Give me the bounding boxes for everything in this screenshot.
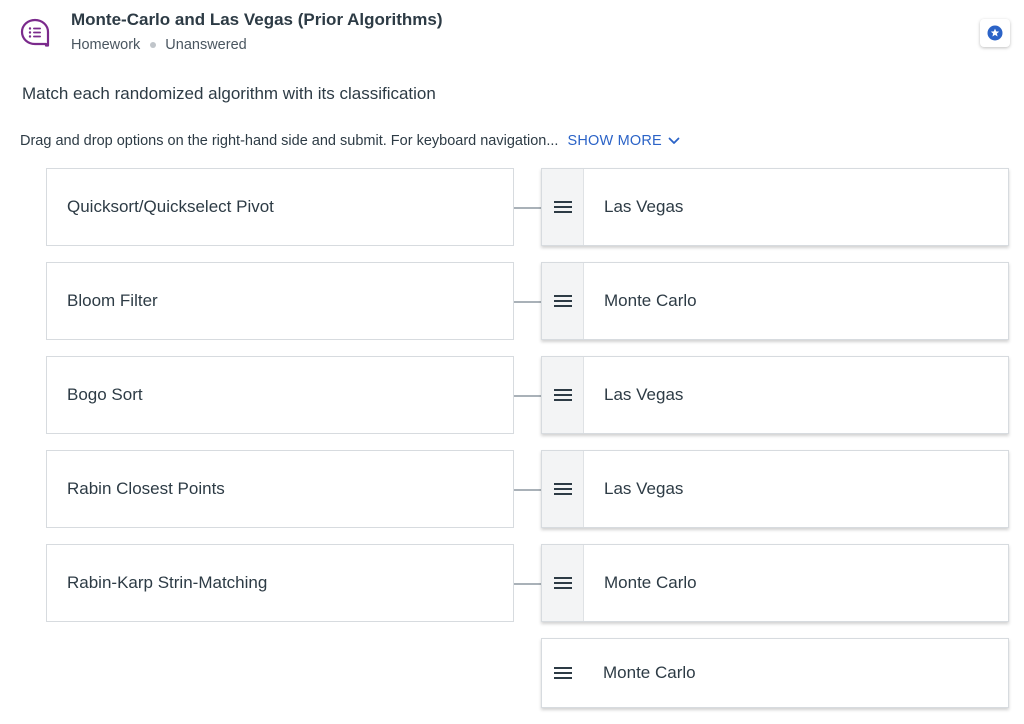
question-type-icon [20, 18, 50, 48]
prompt-item: Rabin-Karp Strin-Matching [46, 544, 514, 622]
answer-option-label: Las Vegas [604, 479, 684, 498]
connector-line [514, 583, 541, 585]
prompt-item: Bloom Filter [46, 262, 514, 340]
drag-handle-icon [553, 201, 572, 213]
question-prompt: Match each randomized algorithm with its… [22, 84, 436, 103]
answer-option[interactable]: Monte Carlo [541, 262, 1009, 340]
drag-handle[interactable] [542, 263, 584, 339]
answer-option-label: Monte Carlo [604, 573, 697, 592]
question-title: Monte-Carlo and Las Vegas (Prior Algorit… [71, 10, 443, 29]
prompt-item-label: Rabin-Karp Strin-Matching [67, 573, 268, 592]
connector-line [514, 301, 541, 303]
prompt-item-label: Bloom Filter [67, 291, 158, 310]
instructions: Drag and drop options on the right-hand … [20, 133, 680, 149]
chevron-down-icon [668, 137, 680, 144]
drag-handle[interactable] [542, 451, 584, 527]
drag-handle-icon [553, 389, 572, 401]
answer-option-label: Las Vegas [604, 385, 684, 404]
show-more-label: SHOW MORE [567, 133, 662, 149]
answer-option[interactable]: Las Vegas [541, 356, 1009, 434]
drag-handle-icon [553, 577, 572, 589]
drag-handle[interactable] [542, 545, 584, 621]
instructions-text: Drag and drop options on the right-hand … [20, 133, 559, 149]
show-more-link[interactable]: SHOW MORE [567, 133, 680, 149]
prompt-item-label: Rabin Closest Points [67, 479, 225, 498]
answer-option[interactable]: Las Vegas [541, 450, 1009, 528]
connector-line [514, 207, 541, 209]
answer-option[interactable]: Las Vegas [541, 168, 1009, 246]
drag-handle-icon [553, 483, 572, 495]
drag-handle[interactable] [542, 639, 583, 707]
star-badge-icon [987, 25, 1003, 41]
question-meta: Homework Unanswered [71, 37, 247, 53]
drag-handle[interactable] [542, 169, 584, 245]
answer-option-label: Monte Carlo [604, 291, 697, 310]
answer-option-label: Monte Carlo [603, 663, 696, 682]
connector-line [514, 395, 541, 397]
connector-line [514, 489, 541, 491]
favorite-button[interactable] [980, 19, 1010, 47]
drag-handle-icon [553, 295, 572, 307]
prompt-item-label: Quicksort/Quickselect Pivot [67, 197, 274, 216]
question-category: Homework [71, 37, 141, 53]
prompt-item: Rabin Closest Points [46, 450, 514, 528]
prompt-item: Quicksort/Quickselect Pivot [46, 168, 514, 246]
drag-handle[interactable] [542, 357, 584, 433]
answer-option-label: Las Vegas [604, 197, 684, 216]
prompt-item-label: Bogo Sort [67, 385, 143, 404]
separator-dot [150, 42, 157, 48]
answer-option-unmatched[interactable]: Monte Carlo [541, 638, 1009, 708]
prompt-item: Bogo Sort [46, 356, 514, 434]
drag-handle-icon [553, 667, 572, 679]
answer-option[interactable]: Monte Carlo [541, 544, 1009, 622]
question-status: Unanswered [165, 37, 247, 53]
